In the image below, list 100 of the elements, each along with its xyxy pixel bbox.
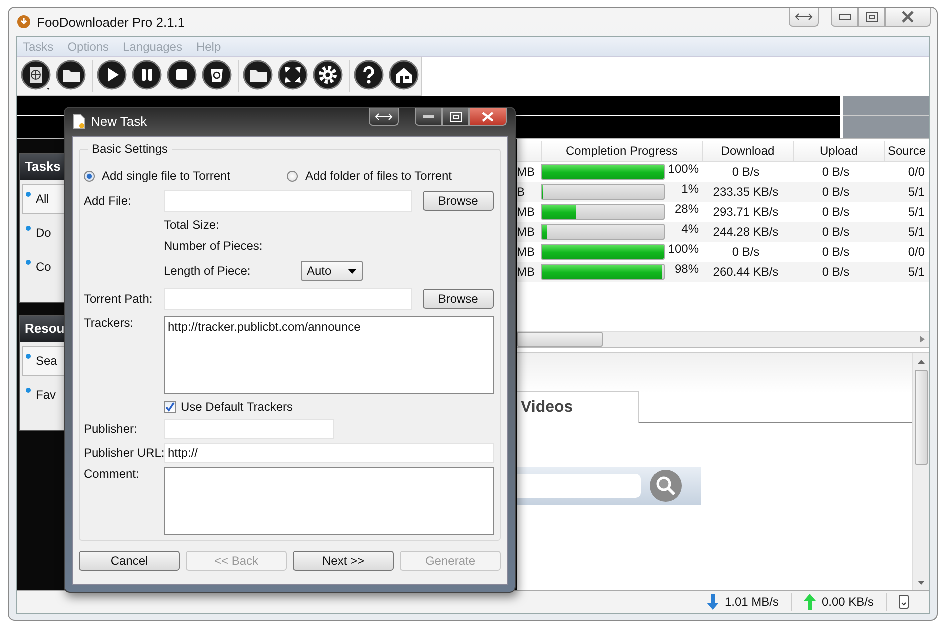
upload-speed: 0.00 KB/s — [822, 595, 874, 609]
table-cell-text: 0/0 — [907, 245, 926, 259]
table-cell-text: MB — [517, 165, 536, 179]
table-cell-text: 0/0 — [907, 165, 926, 179]
download-speed: 1.01 MB/s — [724, 595, 779, 609]
column-header[interactable]: Completion Progress — [541, 141, 702, 161]
double-arrow-icon — [375, 112, 393, 120]
field-label: Torrent Path: — [84, 292, 154, 306]
field-label: Add File: — [84, 194, 132, 208]
search-button[interactable] — [649, 469, 683, 503]
window-title: FooDownloader Pro 2.1.1 — [37, 14, 186, 30]
download-icon — [17, 15, 31, 29]
dialog-button[interactable]: Cancel — [79, 551, 180, 571]
dialog-button[interactable]: Next >> — [293, 551, 394, 571]
caret-icon — [348, 268, 357, 274]
browse-button[interactable]: Browse — [422, 289, 494, 309]
globe-document-icon[interactable] — [21, 60, 53, 92]
folder-icon[interactable] — [243, 60, 275, 92]
sidebar-item[interactable]: Do — [22, 218, 80, 248]
minimize-icon — [838, 14, 850, 20]
table-cell-text: 5/1 — [907, 265, 926, 279]
radio-option[interactable]: Add folder of files to Torrent — [287, 169, 452, 183]
field-label: Comment: — [84, 467, 140, 481]
table-cell-text: 0 B/s — [821, 185, 851, 199]
table-cell-text: 0 B/s — [821, 245, 851, 259]
table-cell-text: 0 B/s — [821, 225, 851, 239]
resize-button[interactable] — [789, 8, 819, 27]
down-arrow-icon[interactable] — [918, 581, 924, 586]
field-label: Length of Piece: — [164, 264, 252, 278]
comment-field[interactable] — [164, 467, 494, 535]
table-cell-text: MB — [517, 205, 536, 219]
search-field[interactable] — [517, 474, 641, 498]
table-cell-text: MB — [517, 225, 536, 239]
table-cell-text: 28% — [674, 202, 699, 216]
folder-icon[interactable] — [56, 60, 88, 92]
close-icon — [901, 11, 915, 23]
vertical-scrollbar[interactable] — [912, 353, 929, 590]
piece-length-dropdown[interactable]: Auto — [301, 261, 363, 281]
resize-button[interactable] — [369, 108, 399, 126]
stop-icon[interactable] — [167, 60, 199, 92]
close-button[interactable] — [885, 8, 931, 27]
device-icon[interactable] — [899, 595, 909, 609]
right-arrow-icon[interactable] — [920, 336, 925, 343]
browse-button[interactable]: Browse — [422, 191, 494, 211]
dialog-title: New Task — [91, 114, 148, 128]
table-cell-text: 100% — [667, 162, 699, 176]
maximize-icon — [450, 112, 462, 122]
table-cell-text: 5/1 — [907, 225, 926, 239]
table-cell-text: 100% — [667, 242, 699, 256]
gear-icon[interactable] — [313, 60, 345, 92]
column-header[interactable]: Source — [884, 141, 929, 161]
checkmark-icon — [165, 402, 175, 412]
help-icon[interactable] — [354, 60, 386, 92]
radio-option[interactable]: Add single file to Torrent — [84, 169, 231, 183]
maximize-icon — [866, 12, 878, 22]
minimize-icon — [422, 114, 434, 118]
trackers-field[interactable]: http://tracker.publicbt.com/announce — [164, 316, 494, 394]
table-cell-text: 5/1 — [907, 205, 926, 219]
file-field[interactable] — [164, 190, 412, 212]
table-cell-text: 0 B/s — [821, 265, 851, 279]
download-arrow-icon — [706, 594, 719, 610]
upload-arrow-icon — [804, 594, 816, 610]
info-label: Number of Pieces: — [164, 239, 263, 253]
minimize-button[interactable] — [831, 8, 858, 27]
play-icon[interactable] — [97, 60, 129, 92]
table-cell-text: 1% — [680, 182, 699, 196]
table-cell-text: 5/1 — [907, 185, 926, 199]
table-cell-text: B — [517, 185, 526, 199]
field-label: Publisher: — [84, 422, 138, 436]
path-field[interactable] — [164, 288, 412, 310]
videos-tab[interactable]: Videos — [517, 391, 639, 423]
group-title: Basic Settings — [88, 142, 172, 156]
table-cell-text: 0 B/s — [821, 205, 851, 219]
column-header[interactable]: Upload — [793, 141, 884, 161]
sidebar-item[interactable]: Fav — [22, 380, 80, 410]
table-cell-text: 98% — [674, 262, 699, 276]
minimize-button[interactable] — [415, 108, 442, 126]
table-cell-text: 260.44 KB/s — [712, 265, 780, 279]
maximize-button[interactable] — [442, 108, 469, 126]
info-label: Total Size: — [164, 218, 220, 232]
table-cell-text: MB — [517, 265, 536, 279]
close-button[interactable] — [469, 108, 507, 126]
maximize-button[interactable] — [858, 8, 885, 27]
default-trackers-checkbox[interactable]: Use Default Trackers — [164, 400, 294, 414]
recycle-bin-icon[interactable] — [202, 60, 234, 92]
pause-icon[interactable] — [132, 60, 164, 92]
field-label: Publisher URL: — [84, 446, 164, 460]
publisher-url-field[interactable]: http:// — [164, 443, 494, 463]
table-cell-text: 0 B/s — [821, 165, 851, 179]
up-arrow-icon[interactable] — [918, 359, 924, 364]
column-header[interactable]: Download — [702, 141, 793, 161]
publisher-field[interactable] — [164, 419, 334, 439]
horizontal-scrollbar[interactable] — [517, 331, 929, 347]
double-arrow-icon — [795, 13, 813, 21]
table-cell-text: 293.71 KB/s — [712, 205, 780, 219]
home-icon[interactable] — [389, 60, 421, 92]
table-cell-text: 244.28 KB/s — [712, 225, 780, 239]
sidebar-item[interactable]: Co — [22, 252, 80, 282]
expand-icon[interactable] — [278, 60, 310, 92]
table-cell-text: 0 B/s — [731, 245, 761, 259]
